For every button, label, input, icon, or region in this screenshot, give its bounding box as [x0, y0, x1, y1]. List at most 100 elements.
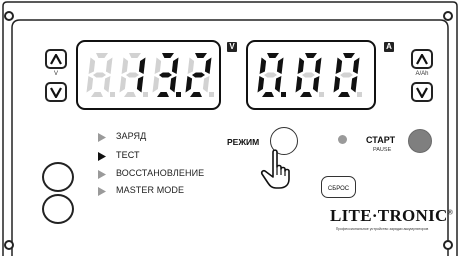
segment-e — [295, 76, 303, 93]
decimal-point — [110, 92, 115, 97]
segment-e — [185, 76, 193, 93]
screw-hole-bottom-left — [4, 240, 14, 250]
digit — [119, 53, 146, 97]
decimal-point — [143, 92, 148, 97]
chevron-down-icon — [416, 87, 428, 98]
segment-g — [340, 72, 353, 78]
segment-d — [262, 92, 274, 97]
mode-label: ЗАРЯД — [116, 131, 147, 141]
segment-a — [162, 53, 174, 58]
brand-logo: LITE·TRONIC® — [330, 206, 453, 226]
chevron-up-icon — [50, 54, 62, 65]
chevron-down-icon — [50, 87, 62, 98]
segment-f — [259, 57, 267, 74]
segment-d — [190, 92, 202, 97]
triangle-indicator-icon — [98, 133, 106, 142]
digit — [185, 53, 212, 97]
reset-button[interactable]: СБРОС — [321, 176, 356, 198]
segment-d — [157, 92, 169, 97]
current-readout — [257, 53, 362, 97]
start-button[interactable] — [408, 129, 432, 153]
current-unit-badge: A — [384, 42, 394, 52]
pointing-hand-icon — [260, 149, 290, 189]
decimal-point — [319, 92, 324, 97]
segment-c — [136, 76, 144, 93]
segment-f — [88, 57, 96, 74]
segment-g — [159, 72, 172, 78]
brand-name: LITE·TRONIC — [330, 206, 448, 225]
segment-f — [187, 57, 195, 74]
segment-g — [192, 72, 205, 78]
charger-panel: V V A A/Ah ЗАРЯД ТЕСТ ВОССТАНОВЛЕНИЕ MAS… — [0, 0, 460, 256]
decimal-point — [176, 92, 181, 97]
segment-g — [93, 72, 106, 78]
current-unit-label: A/Ah — [415, 71, 429, 77]
chevron-up-icon — [416, 54, 428, 65]
digit — [86, 53, 113, 97]
digit — [257, 53, 284, 97]
status-led — [338, 135, 347, 144]
segment-c — [202, 76, 210, 93]
segment-e — [257, 76, 265, 93]
indicator-oval-bottom — [42, 194, 74, 224]
voltage-down-button[interactable] — [45, 82, 67, 102]
digit — [295, 53, 322, 97]
segment-d — [300, 92, 312, 97]
segment-a — [129, 53, 141, 58]
segment-d — [91, 92, 103, 97]
triangle-indicator-icon — [98, 152, 106, 161]
brand-tagline: Профессиональное устройство зарядки акку… — [335, 227, 429, 231]
segment-d — [338, 92, 350, 97]
segment-a — [96, 53, 108, 58]
segment-b — [138, 57, 146, 74]
segment-e — [333, 76, 341, 93]
decimal-point — [281, 92, 286, 97]
segment-a — [195, 53, 207, 58]
voltage-readout — [86, 53, 214, 97]
decimal-point — [209, 92, 214, 97]
mode-label: ТЕСТ — [116, 150, 140, 160]
segment-a — [305, 53, 317, 58]
voltage-unit-badge: V — [227, 42, 237, 52]
triangle-indicator-icon — [98, 187, 106, 196]
pause-label: PAUSE — [373, 147, 392, 153]
segment-a — [343, 53, 355, 58]
indicator-oval-top — [42, 162, 74, 192]
segment-c — [169, 76, 177, 93]
segment-f — [335, 57, 343, 74]
segment-e — [119, 76, 127, 93]
segment-e — [86, 76, 94, 93]
triangle-indicator-icon — [98, 170, 106, 179]
screw-hole-top-left — [4, 11, 14, 21]
segment-a — [267, 53, 279, 58]
segment-g — [302, 72, 315, 78]
segment-c — [350, 76, 358, 93]
segment-b — [105, 57, 113, 74]
decimal-point — [357, 92, 362, 97]
reset-button-label: СБРОС — [327, 186, 350, 192]
segment-g — [264, 72, 277, 78]
voltage-display — [76, 40, 221, 110]
segment-b — [171, 57, 179, 74]
mode-button-label: РЕЖИМ — [227, 137, 260, 147]
segment-c — [103, 76, 111, 93]
voltage-up-button[interactable] — [45, 49, 67, 69]
screw-hole-top-right — [443, 11, 453, 21]
segment-c — [312, 76, 320, 93]
segment-b — [352, 57, 360, 74]
digit — [152, 53, 179, 97]
segment-c — [274, 76, 282, 93]
mode-label: ВОССТАНОВЛЕНИЕ — [116, 168, 205, 178]
current-down-button[interactable] — [411, 82, 433, 102]
segment-f — [154, 57, 162, 74]
segment-e — [152, 76, 160, 93]
mode-label: MASTER MODE — [116, 185, 185, 195]
current-up-button[interactable] — [411, 49, 433, 69]
start-button-label: СТАРТ — [366, 135, 396, 145]
current-display — [246, 40, 376, 110]
registered-mark: ® — [447, 208, 454, 217]
segment-b — [314, 57, 322, 74]
segment-b — [204, 57, 212, 74]
segment-d — [124, 92, 136, 97]
segment-g — [126, 72, 139, 78]
